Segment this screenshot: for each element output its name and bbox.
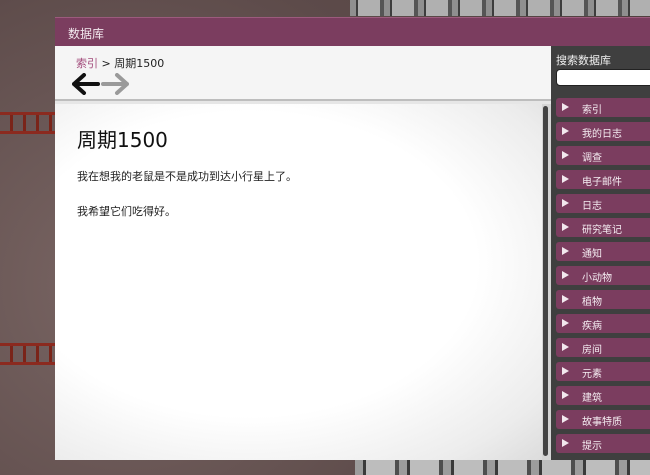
sidebar-item-label: 小动物 [582,273,612,284]
sidebar-item-buildings[interactable]: 建筑 [556,386,650,405]
window-titlebar: 数据库 [55,17,650,47]
forward-arrow-icon[interactable] [101,73,129,95]
window-title: 数据库 [68,27,105,41]
sidebar-item-label: 故事特质 [582,417,622,428]
triangle-right-icon [562,367,569,375]
breadcrumb: 索引 > 周期1500 [76,55,164,71]
sidebar-item-emails[interactable]: 电子邮件 [556,170,650,189]
sidebar-item-label: 日志 [582,201,602,212]
sidebar-item-label: 元素 [582,369,602,380]
sidebar-item-investigations[interactable]: 调查 [556,146,650,165]
background-rail [0,343,60,365]
article-content: 周期1500 我在想我的老鼠是不是成功到达小行星上了。 我希望它们吃得好。 [55,104,542,460]
triangle-right-icon [562,295,569,303]
sidebar-item-notices[interactable]: 通知 [556,242,650,261]
article-title: 周期1500 [77,128,168,152]
background-machinery [350,0,650,16]
sidebar-item-research-notes[interactable]: 研究笔记 [556,218,650,237]
sidebar-item-label: 索引 [582,105,602,116]
triangle-right-icon [562,343,569,351]
breadcrumb-current: 周期1500 [114,57,165,70]
sidebar-item-label: 建筑 [582,393,602,404]
triangle-right-icon [562,223,569,231]
sidebar-item-label: 研究笔记 [582,225,622,236]
sidebar-item-my-log[interactable]: 我的日志 [556,122,650,141]
sidebar-item-label: 通知 [582,249,602,260]
triangle-right-icon [562,151,569,159]
triangle-right-icon [562,415,569,423]
article-paragraph: 我在想我的老鼠是不是成功到达小行星上了。 [77,170,297,183]
sidebar-item-label: 植物 [582,297,602,308]
sidebar-item-label: 房间 [582,345,602,356]
triangle-right-icon [562,175,569,183]
search-input[interactable] [556,69,650,86]
triangle-right-icon [562,439,569,447]
triangle-right-icon [562,391,569,399]
sidebar-item-diseases[interactable]: 疾病 [556,314,650,333]
sidebar-item-label: 疾病 [582,321,602,332]
scrollbar-thumb[interactable] [543,106,548,456]
navigation-bar: 索引 > 周期1500 [55,46,551,101]
sidebar-item-rooms[interactable]: 房间 [556,338,650,357]
sidebar-item-label: 调查 [582,153,602,164]
sidebar-item-critters[interactable]: 小动物 [556,266,650,285]
content-scrollbar[interactable] [542,104,551,460]
background-machinery [355,458,650,475]
triangle-right-icon [562,199,569,207]
sidebar-item-tips[interactable]: 提示 [556,434,650,453]
back-arrow-icon[interactable] [72,73,100,95]
sidebar-item-elements[interactable]: 元素 [556,362,650,381]
database-window: 数据库 索引 > 周期1500 周期1500 我在想我的老鼠是不是成功到达小行星… [55,17,650,460]
database-sidebar: 搜索数据库 索引 我的日志 调查 电子邮件 日志 研究笔记 通知 小动物 植物 … [551,46,650,460]
background-rail [0,112,60,134]
triangle-right-icon [562,271,569,279]
sidebar-item-label: 我的日志 [582,129,622,140]
triangle-right-icon [562,127,569,135]
breadcrumb-separator: > [98,57,115,70]
search-label: 搜索数据库 [556,54,611,67]
sidebar-item-journals[interactable]: 日志 [556,194,650,213]
triangle-right-icon [562,319,569,327]
sidebar-item-plants[interactable]: 植物 [556,290,650,309]
sidebar-item-label: 电子邮件 [582,177,622,188]
article-pane: 索引 > 周期1500 周期1500 我在想我的老鼠是不是成功到达小行星上了。 … [55,46,551,460]
triangle-right-icon [562,247,569,255]
sidebar-item-story-traits[interactable]: 故事特质 [556,410,650,429]
sidebar-item-index[interactable]: 索引 [556,98,650,117]
breadcrumb-link-index[interactable]: 索引 [76,57,98,70]
article-paragraph: 我希望它们吃得好。 [77,205,176,218]
triangle-right-icon [562,103,569,111]
sidebar-item-label: 提示 [582,441,602,452]
